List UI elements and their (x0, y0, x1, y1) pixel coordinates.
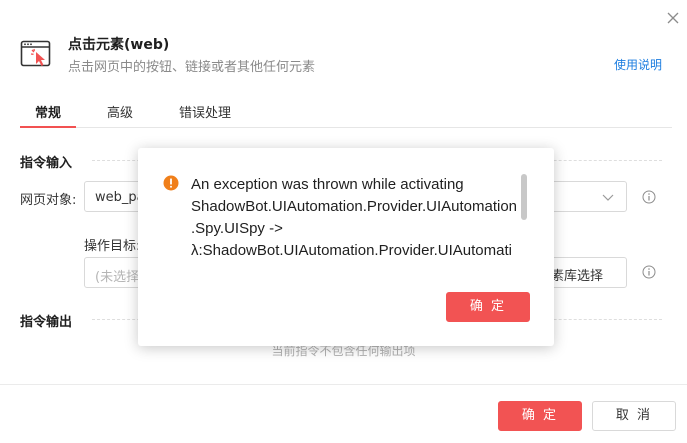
exception-dialog: An exception was thrown while activating… (138, 148, 554, 346)
message-scrollbar[interactable] (521, 174, 527, 220)
help-link[interactable]: 使用说明 (614, 56, 662, 73)
active-tab-indicator (20, 126, 76, 128)
operation-target-label: 操作目标: (84, 239, 141, 254)
info-icon[interactable] (642, 265, 656, 279)
webpage-object-label: 网页对象: (20, 193, 77, 208)
tab-error-handling[interactable]: 错误处理 (179, 102, 231, 126)
exception-message-line: ShadowBot.UIAutomation.Provider.UIAutoma… (191, 198, 518, 215)
dialog-ok-button[interactable]: 确 定 (446, 292, 530, 322)
page-subtitle: 点击网页中的按钮、链接或者其他任何元素 (68, 60, 316, 75)
tab-general[interactable]: 常规 (35, 102, 61, 126)
dialog-header: 点击元素(web) 点击网页中的按钮、链接或者其他任何元素 使用说明 (20, 32, 667, 76)
exception-message-line: An exception was thrown while activating (191, 176, 464, 193)
cancel-button[interactable]: 取 消 (592, 401, 676, 431)
chevron-down-icon (602, 191, 614, 206)
page-title: 点击元素(web) (68, 37, 170, 53)
exception-message: An exception was thrown while activating… (191, 174, 518, 258)
output-section-title: 指令输出 (20, 315, 73, 330)
ok-button[interactable]: 确 定 (498, 401, 582, 431)
input-section-title: 指令输入 (20, 156, 73, 171)
exception-message-line: λ:ShadowBot.UIAutomation.Provider.UIAuto… (191, 242, 512, 258)
tab-advanced[interactable]: 高级 (107, 102, 133, 126)
tab-bar: 常规 高级 错误处理 (20, 100, 672, 128)
info-icon[interactable] (642, 190, 656, 204)
pointer-click-window-icon (20, 40, 52, 68)
footer-divider (0, 384, 687, 385)
warning-circle-icon (163, 175, 179, 191)
close-icon[interactable] (665, 10, 681, 26)
exception-message-line: .Spy.UISpy -> (191, 220, 283, 237)
